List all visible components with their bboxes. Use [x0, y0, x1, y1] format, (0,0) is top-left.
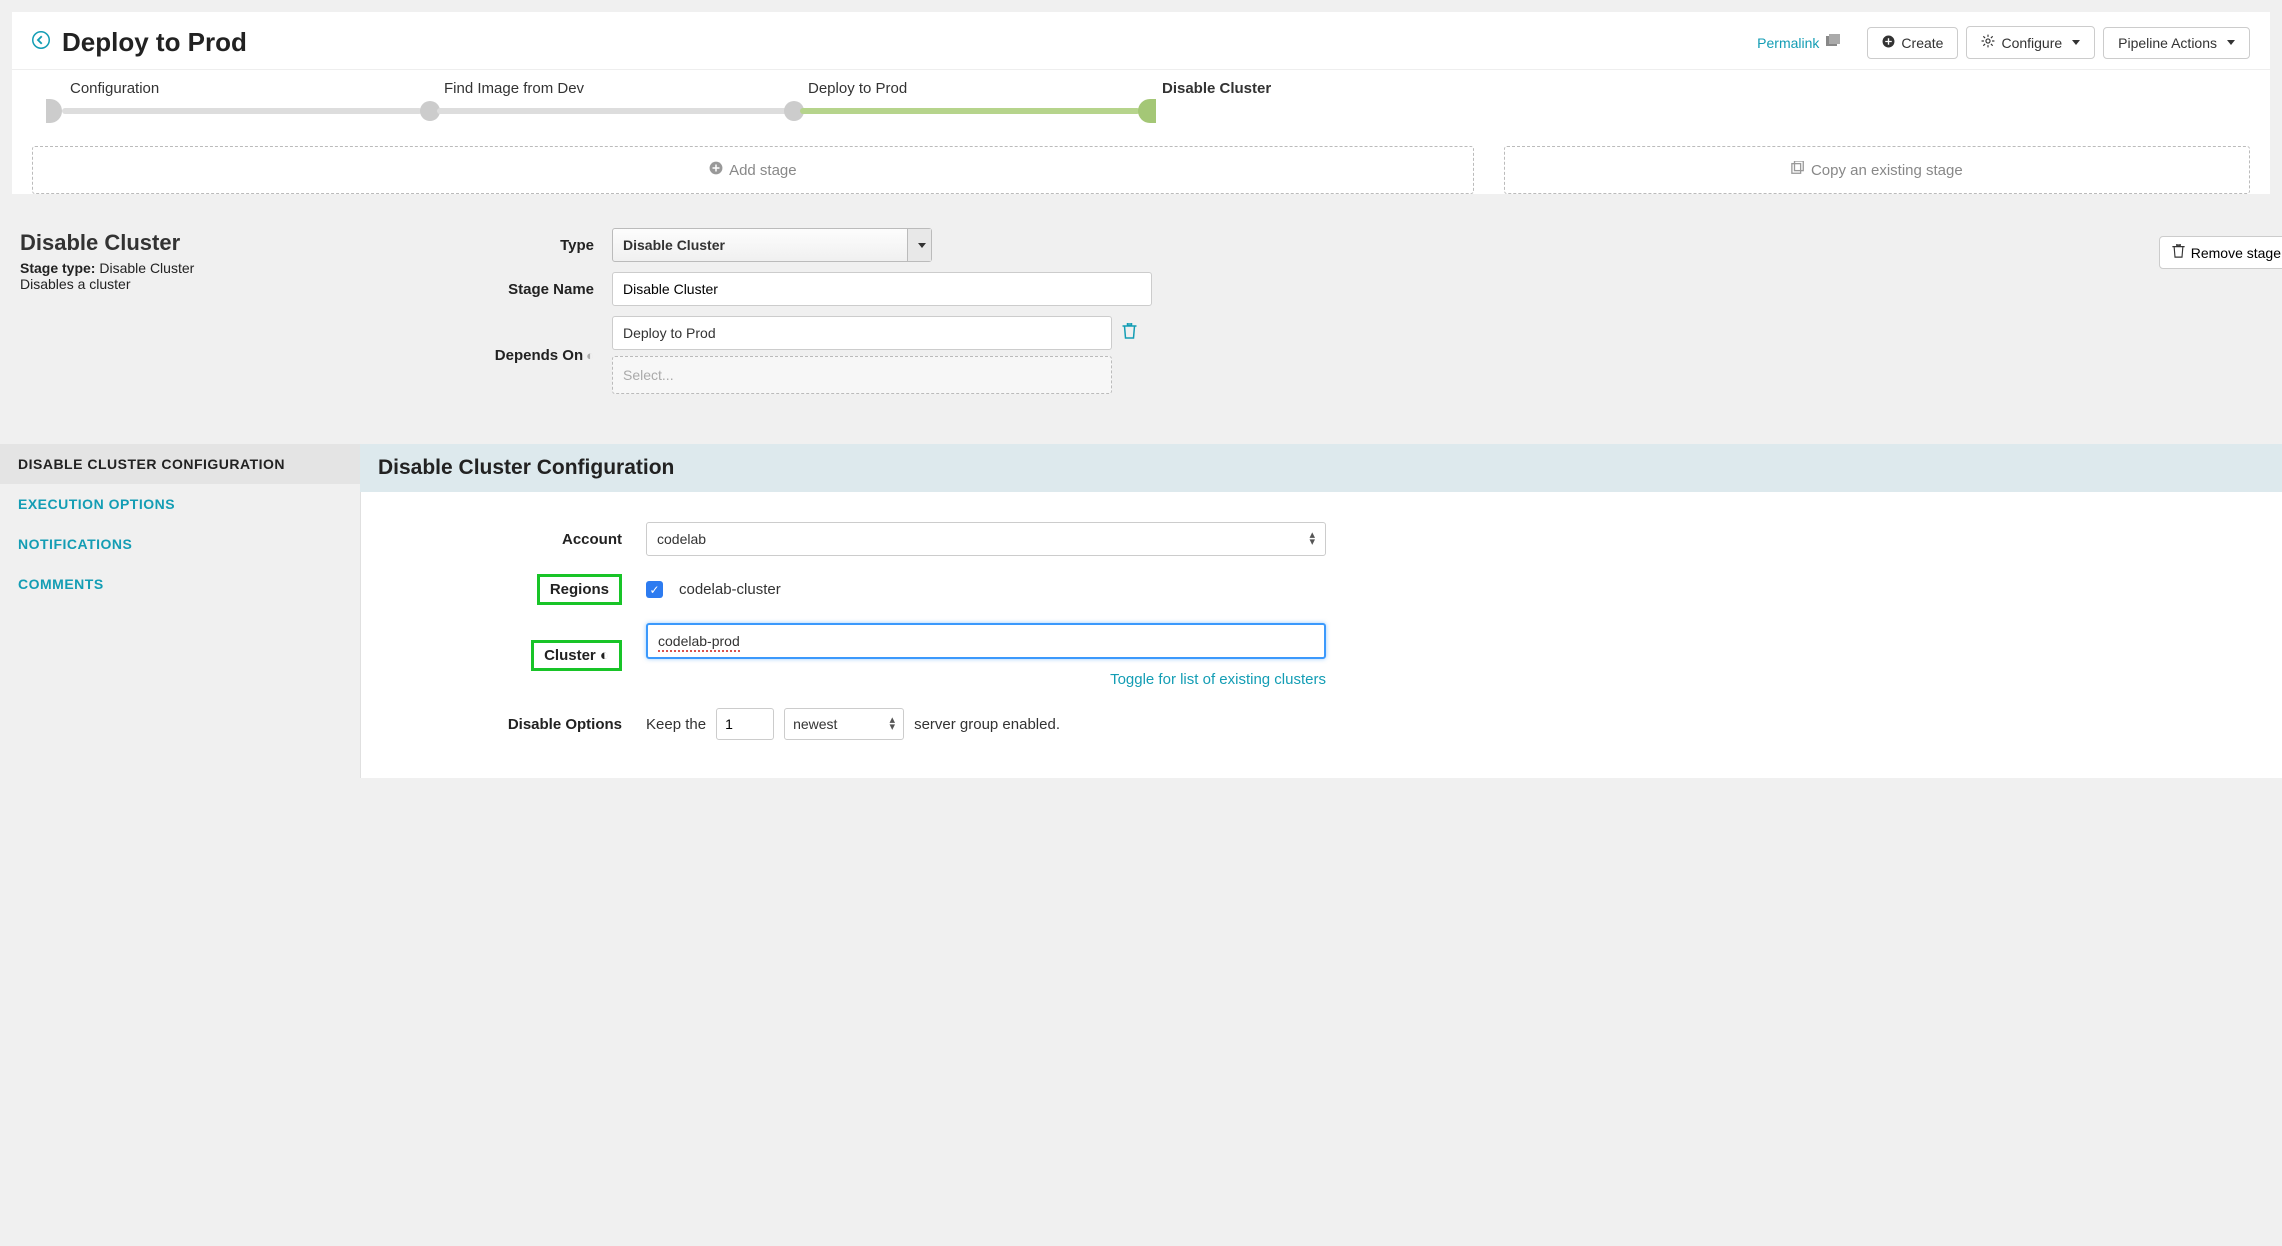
account-label: Account: [391, 531, 646, 548]
stage-name-label: Stage Name: [392, 281, 612, 298]
copy-stage-label: Copy an existing stage: [1811, 162, 1963, 179]
gear-icon: [1981, 34, 1995, 51]
region-value: codelab-cluster: [679, 581, 781, 598]
cluster-input[interactable]: codelab-prod: [646, 623, 1326, 659]
trash-icon: [2172, 244, 2185, 261]
pipeline-stage-label[interactable]: Deploy to Prod: [808, 80, 907, 97]
type-value: Disable Cluster: [613, 229, 907, 261]
updown-icon: ▴▾: [1309, 532, 1315, 546]
stage-info-panel: Disable Cluster Stage type: Disable Clus…: [12, 224, 392, 424]
depends-on-add[interactable]: Select...: [612, 356, 1112, 394]
disable-options-label: Disable Options: [391, 716, 646, 733]
configure-button[interactable]: Configure: [1966, 26, 2095, 59]
config-heading: Disable Cluster Configuration: [360, 444, 2282, 492]
pipeline-actions-button[interactable]: Pipeline Actions: [2103, 27, 2250, 59]
pipeline-segment: [62, 108, 422, 114]
chevron-down-icon: [2227, 40, 2235, 45]
page-title: Deploy to Prod: [62, 27, 247, 58]
remove-stage-button[interactable]: Remove stage: [2159, 236, 2282, 269]
disable-prefix: Keep the: [646, 716, 706, 733]
pipeline-stage-label[interactable]: Configuration: [70, 80, 159, 97]
disable-suffix: server group enabled.: [914, 716, 1060, 733]
copy-icon: [1791, 161, 1805, 179]
stage-name-input[interactable]: [612, 272, 1152, 306]
configure-label: Configure: [2001, 35, 2062, 51]
disable-order-select[interactable]: newest ▴▾: [784, 708, 904, 740]
add-stage-label: Add stage: [729, 162, 797, 179]
pipeline-stage-label[interactable]: Find Image from Dev: [444, 80, 584, 97]
json-icon[interactable]: [1825, 33, 1841, 52]
toggle-clusters-link[interactable]: Toggle for list of existing clusters: [646, 671, 1326, 688]
create-button[interactable]: Create: [1867, 27, 1958, 59]
back-icon[interactable]: [32, 31, 50, 54]
pipeline-stage-label-active[interactable]: Disable Cluster: [1162, 80, 1271, 97]
remove-stage-label: Remove stage: [2191, 245, 2281, 261]
chevron-down-icon: [907, 229, 931, 261]
pipeline-graph: Configuration Find Image from Dev Deploy…: [32, 86, 2250, 136]
cluster-label: Cluster ◐: [531, 640, 622, 671]
depends-on-value[interactable]: Deploy to Prod: [612, 316, 1112, 350]
tab-execution-options[interactable]: EXECUTION OPTIONS: [0, 484, 360, 524]
pipeline-end-node[interactable]: [1138, 99, 1156, 123]
disable-count-input[interactable]: [716, 708, 774, 740]
regions-label: Regions: [537, 574, 622, 605]
pipeline-start-node[interactable]: [46, 99, 62, 123]
updown-icon: ▴▾: [890, 717, 896, 731]
tab-comments[interactable]: COMMENTS: [0, 564, 360, 604]
help-icon[interactable]: ◐: [586, 348, 594, 363]
help-icon[interactable]: ◐: [596, 647, 609, 664]
depends-on-label: Depends On◐: [392, 347, 612, 364]
pipeline-segment: [437, 108, 787, 114]
stage-type-value: Disable Cluster: [99, 260, 194, 276]
permalink-link[interactable]: Permalink: [1757, 35, 1819, 51]
copy-stage-button[interactable]: Copy an existing stage: [1504, 146, 2250, 194]
pipeline-segment-active: [800, 108, 1140, 114]
trash-icon[interactable]: [1122, 323, 1137, 344]
add-stage-button[interactable]: Add stage: [32, 146, 1474, 194]
create-label: Create: [1901, 35, 1943, 51]
account-value: codelab: [657, 531, 706, 547]
type-label: Type: [392, 237, 612, 254]
cluster-value: codelab-prod: [658, 633, 740, 652]
tab-notifications[interactable]: NOTIFICATIONS: [0, 524, 360, 564]
stage-type-label: Stage type:: [20, 260, 95, 276]
region-checkbox[interactable]: ✓: [646, 581, 663, 598]
disable-order-value: newest: [793, 716, 837, 732]
chevron-down-icon: [2072, 40, 2080, 45]
plus-icon: [709, 161, 723, 179]
pipeline-actions-label: Pipeline Actions: [2118, 35, 2217, 51]
plus-icon: [1882, 35, 1895, 51]
tab-disable-cluster-configuration[interactable]: DISABLE CLUSTER CONFIGURATION: [0, 444, 360, 484]
account-select[interactable]: codelab ▴▾: [646, 522, 1326, 556]
stage-description: Disables a cluster: [20, 276, 384, 292]
type-select[interactable]: Disable Cluster: [612, 228, 932, 262]
stage-title: Disable Cluster: [20, 230, 384, 256]
